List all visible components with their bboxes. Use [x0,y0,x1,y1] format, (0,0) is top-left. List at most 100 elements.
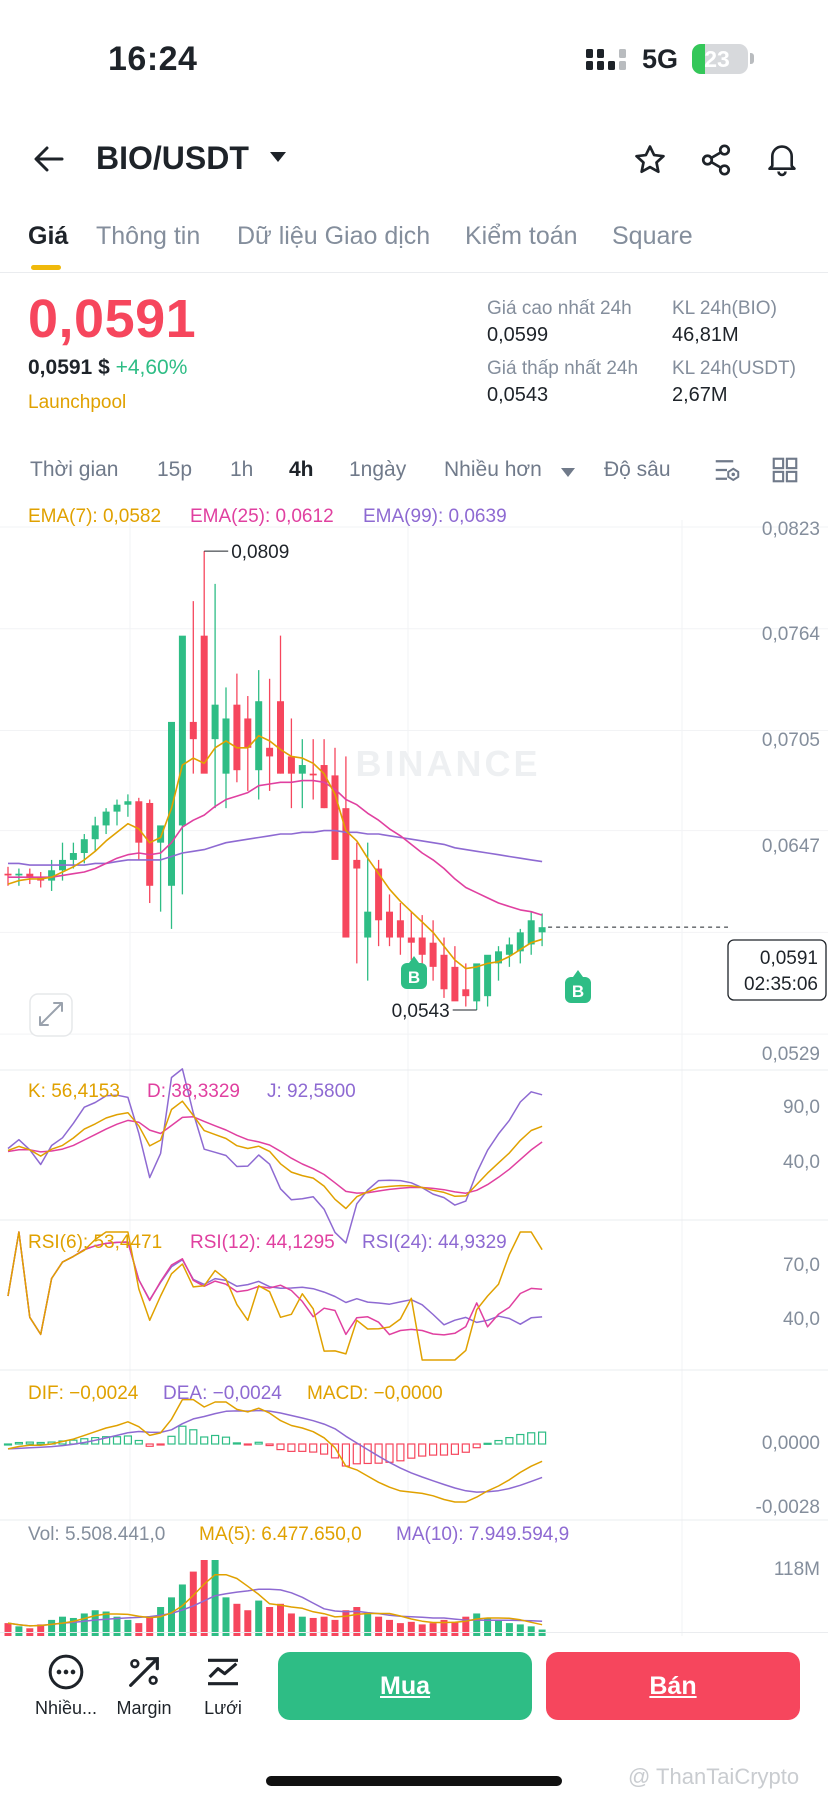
macd-histogram-bar [211,1434,220,1445]
macd-histogram-bar [396,1443,405,1462]
candle-body [527,920,535,945]
candle-body [440,954,448,990]
macd-histogram-bar [265,1443,274,1447]
macd-histogram-bar [483,1442,492,1445]
macd-histogram-bar [14,1441,23,1445]
macd-histogram-bar [418,1443,427,1457]
macd-histogram-bar [450,1443,459,1455]
low-24h-value: 0,0543 [487,384,549,406]
macd-dea-label: DEA: −0,0024 [163,1383,282,1404]
indicator-settings-icon[interactable] [712,455,742,490]
timeframe-15m[interactable]: 15p [157,458,192,482]
candle-body [69,853,77,860]
timeframe-1h[interactable]: 1h [230,458,253,482]
svg-text:B: B [572,982,584,1001]
user-watermark: @ ThanTaiCrypto [628,1764,800,1789]
volume-bar [516,1624,524,1636]
network-type: 5G [642,44,679,74]
macd-histogram-bar [36,1441,45,1445]
volume-bar [386,1619,393,1636]
candle-body [4,873,12,876]
candle-body [146,802,154,886]
margin-icon [129,1657,159,1687]
countdown: 02:35:06 [744,974,818,995]
candle-body [386,911,393,938]
fullscreen-button[interactable] [29,993,73,1037]
volume-bars [4,1560,546,1636]
candle-body [222,718,230,774]
buy-marker[interactable]: B [565,970,591,1003]
bell-icon[interactable] [760,136,804,182]
depth-toggle[interactable]: Độ sâu [604,458,671,482]
volume-bar [189,1571,197,1636]
kdj-tick: 40,0 [783,1152,820,1173]
macd-histogram-bar [287,1443,296,1452]
timeframe-1d[interactable]: 1ngày [349,458,406,482]
tab-trading-data[interactable]: Dữ liệu Giao dịch [237,222,430,251]
tab-square[interactable]: Square [612,222,693,251]
trading-pair-title[interactable]: BIO/USDT [96,140,249,177]
sell-button[interactable]: Bán [546,1652,800,1720]
macd-histogram-bar [527,1432,536,1445]
macd-histogram-bar [134,1439,143,1445]
macd-histogram-bar [298,1443,307,1452]
volume-tick: 118M [774,1559,820,1580]
grid-bot-button[interactable]: Lưới [183,1652,263,1719]
tab-audit[interactable]: Kiểm toán [465,222,578,251]
buy-button[interactable]: Mua [278,1652,532,1720]
candle-body [418,937,426,955]
star-icon[interactable] [628,138,672,182]
macd-histogram-bar [254,1441,263,1445]
candle-body [462,989,470,997]
margin-button[interactable]: Margin [104,1652,184,1719]
macd-histogram-bar [276,1443,285,1451]
last-price: 0,0591 [28,289,197,349]
share-icon[interactable] [694,138,738,182]
layout-grid-icon[interactable] [770,455,800,490]
chart-grid [0,520,828,1636]
candle-body [484,954,492,997]
macd-histogram-bar [320,1443,329,1455]
rsi-tick: 70,0 [783,1255,820,1276]
volume-base-value: 46,81M [672,324,739,346]
candle-body [91,825,99,840]
volume-bar [113,1616,121,1636]
kdj-d-line [7,1116,543,1194]
macd-histogram-bar [200,1436,209,1445]
caret-down-icon[interactable] [560,465,576,483]
buy-marker[interactable]: B [401,956,427,989]
back-arrow-icon[interactable] [28,138,70,180]
active-tab-indicator [31,265,61,270]
macd-histogram-bar [537,1431,547,1445]
timeframe-time[interactable]: Thời gian [30,458,118,482]
macd-histogram-bar [25,1441,34,1445]
launchpool-tag[interactable]: Launchpool [28,392,126,414]
macd-histogram-bar [352,1443,361,1465]
volume-bar [200,1560,208,1636]
macd-histogram-bar [189,1429,198,1445]
volume-bar [222,1597,230,1636]
macd-histogram-bar [374,1443,383,1464]
volume-bar [48,1619,56,1636]
volume-ma5-label: MA(5): 6.477.650,0 [199,1524,362,1545]
candle-body [277,701,284,774]
candle-body [135,801,143,843]
macd-histogram-bar [112,1436,122,1445]
candle-body [396,920,404,938]
macd-histogram-bar [494,1439,503,1445]
caret-down-icon[interactable] [268,150,288,169]
more-button[interactable]: Nhiều... [26,1652,106,1719]
timeframe-more[interactable]: Nhiều hơn [444,458,542,482]
macd-histogram-bar [178,1425,187,1445]
rsi24-label: RSI(24): 44,9329 [362,1232,507,1253]
volume-bar [211,1560,219,1636]
candle-body [178,635,186,826]
volume-bar [124,1619,132,1636]
macd-histogram-bar [505,1437,514,1445]
candle-body [298,765,306,774]
timeframe-4h[interactable]: 4h [289,458,314,482]
kline-chart[interactable]: BINANCE EMA(7): 0,0582 EMA(25): 0,0612 E… [0,494,828,1636]
tab-price[interactable]: Giá [28,222,68,251]
svg-text:B: B [408,968,420,987]
tab-info[interactable]: Thông tin [96,222,200,251]
